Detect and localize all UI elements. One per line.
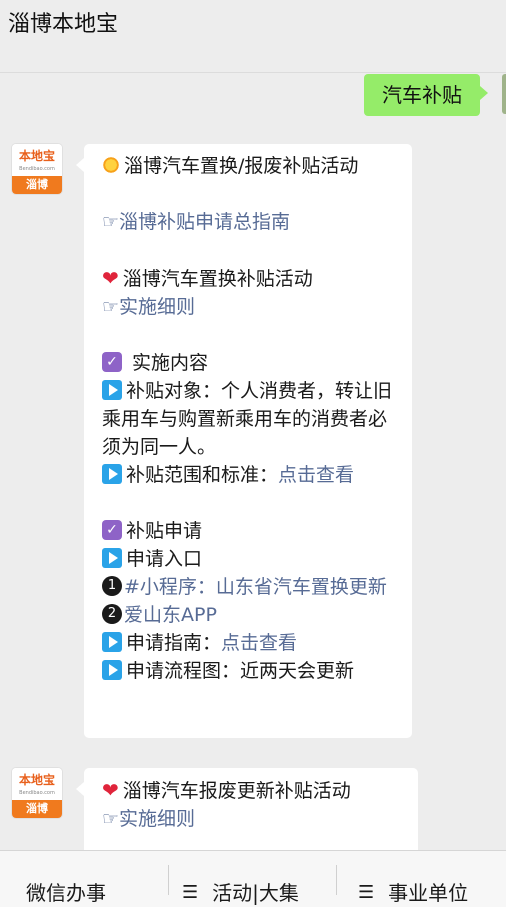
pointing-hand-icon: ☞ — [102, 296, 120, 318]
entry-2[interactable]: 2 爱山东APP — [102, 601, 398, 629]
rules-link[interactable]: 实施细则 — [119, 808, 195, 830]
avatar-site: Bendibao.com — [19, 790, 55, 796]
avatar-city: 淄博 — [12, 800, 62, 818]
checkbox-icon: ✓ — [102, 351, 122, 372]
heart-icon: ❤ — [102, 266, 119, 290]
number-one-icon: 1 — [102, 575, 122, 596]
menu-list-icon: ☰ — [182, 882, 199, 903]
incoming-message: 淄博汽车置换/报废补贴活动 ☞淄博补贴申请总指南 ❤ 淄博汽车置换补贴活动 ☞实施… — [76, 144, 412, 738]
rules-link-line[interactable]: ☞实施细则 — [102, 293, 398, 321]
user-avatar[interactable] — [502, 74, 506, 114]
app-link[interactable]: 爱山东APP — [124, 604, 217, 626]
play-icon — [102, 547, 122, 568]
avatar-city: 淄博 — [12, 176, 62, 194]
guide-link-line[interactable]: ☞淄博补贴申请总指南 — [102, 208, 398, 236]
page-title: 淄博本地宝 — [8, 12, 119, 37]
top-bar: 淄博本地宝 — [0, 0, 506, 73]
target-text: 补贴对象：个人消费者，转让旧乘用车与购置新乘用车的消费者必须为同一人。 — [102, 379, 393, 458]
heart-icon: ❤ — [102, 778, 119, 802]
avatar[interactable]: 本地宝 Bendibao.com 淄博 — [12, 768, 62, 818]
entry-1[interactable]: 1 #小程序：山东省汽车置换更新 — [102, 573, 398, 601]
pointing-hand-icon: ☞ — [102, 211, 120, 233]
avatar-site: Bendibao.com — [19, 166, 55, 172]
miniprogram-link[interactable]: #小程序：山东省汽车置换更新 — [124, 576, 387, 598]
menu-divider — [336, 865, 337, 895]
number-two-icon: 2 — [102, 603, 122, 624]
bottom-menu: 微信办事 ☰ 活动|大集 ☰ 事业单位 — [0, 850, 506, 907]
heading-line: 淄博汽车置换/报废补贴活动 — [102, 152, 398, 180]
section-title: ✓ 实施内容 — [102, 349, 398, 377]
menu-divider — [168, 865, 169, 895]
entry-title: 申请入口 — [102, 545, 398, 573]
avatar[interactable]: 本地宝 Bendibao.com 淄博 — [12, 144, 62, 194]
guide-line: 申请指南：点击查看 — [102, 629, 398, 657]
sun-icon — [102, 155, 120, 174]
heading-line: ❤ 淄博汽车置换补贴活动 — [102, 266, 313, 290]
chat-area[interactable]: 汽车补贴 本地宝 Bendibao.com 淄博 淄博汽车置换/报废补贴活动 ☞… — [0, 72, 506, 850]
rules-link-line[interactable]: ☞实施细则 — [102, 805, 404, 833]
rules-link[interactable]: 实施细则 — [119, 296, 195, 318]
menu-tab-activities[interactable]: ☰ 活动|大集 — [182, 877, 299, 906]
section-title: ✓ 补贴申请 — [102, 517, 398, 545]
play-icon — [102, 379, 122, 400]
outgoing-message-text: 汽车补贴 — [382, 83, 462, 107]
guide-link[interactable]: 淄博补贴申请总指南 — [119, 211, 290, 233]
checkbox-icon: ✓ — [102, 519, 122, 540]
scope-line: 补贴范围和标准：点击查看 — [102, 461, 398, 489]
pointing-hand-icon: ☞ — [102, 808, 120, 830]
incoming-message: ❤ 淄博汽车报废更新补贴活动 ☞实施细则 — [76, 768, 418, 850]
play-icon — [102, 463, 122, 484]
menu-tab-institutions[interactable]: ☰ 事业单位 — [358, 877, 468, 906]
menu-list-icon: ☰ — [358, 882, 375, 903]
heading-line: ❤ 淄博汽车报废更新补贴活动 — [102, 778, 351, 802]
flow-line: 申请流程图：近两天会更新 — [102, 657, 398, 685]
scope-link[interactable]: 点击查看 — [278, 464, 354, 486]
play-icon — [102, 659, 122, 680]
guide2-link[interactable]: 点击查看 — [221, 632, 297, 654]
outgoing-message[interactable]: 汽车补贴 — [364, 74, 488, 116]
play-icon — [102, 631, 122, 652]
menu-tab-wechat-service[interactable]: 微信办事 — [26, 877, 106, 906]
